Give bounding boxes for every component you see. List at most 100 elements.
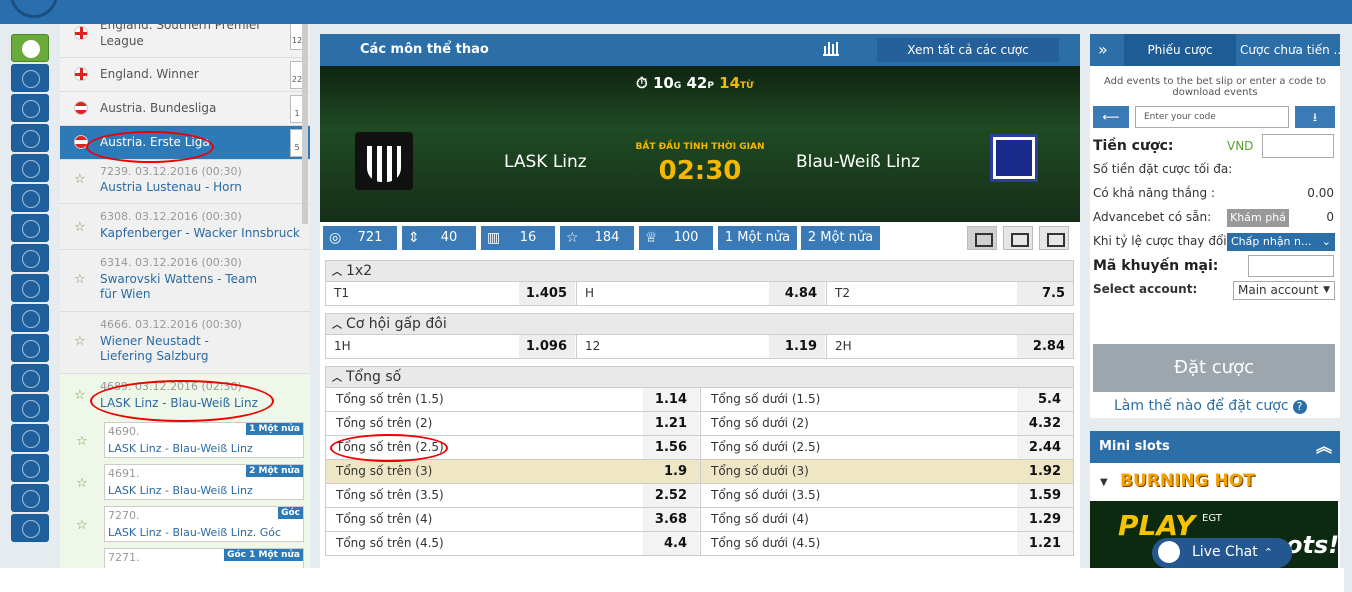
account-select[interactable]: Main account ▼ bbox=[1233, 281, 1335, 300]
view-collapse-button[interactable] bbox=[1039, 226, 1069, 250]
site-logo[interactable] bbox=[10, 0, 58, 18]
england-flag[interactable] bbox=[11, 334, 49, 362]
odd-cell[interactable]: 2H 2.84 bbox=[826, 335, 1073, 358]
greece-flag[interactable] bbox=[11, 304, 49, 332]
odd-cell[interactable]: Tổng số trên (2) 1.21 bbox=[326, 412, 699, 435]
star-icon[interactable]: ☆ bbox=[76, 476, 88, 491]
tab-bet-slip[interactable]: Phiếu cược bbox=[1124, 34, 1236, 66]
match-teams[interactable]: Wiener Neustadt - Liefering Salzburg bbox=[100, 334, 260, 364]
estonia-flag[interactable] bbox=[11, 394, 49, 422]
submarket-item[interactable]: 4691. LASK Linz - Blau-Weiß Linz 2 Một n… bbox=[104, 464, 304, 500]
odd-cell[interactable]: Tổng số dưới (3.5) 1.59 bbox=[700, 484, 1073, 507]
match-teams[interactable]: Austria Lustenau - Horn bbox=[100, 180, 242, 195]
submarket-item[interactable]: 7271. Góc 1 Một nửa bbox=[104, 548, 304, 568]
tab-second-half[interactable]: 2 Một nửa bbox=[801, 226, 880, 250]
explore-button[interactable]: Khám phá bbox=[1227, 209, 1289, 227]
market-header[interactable]: ︿ Tổng số bbox=[325, 366, 1074, 388]
view-single-column-button[interactable] bbox=[967, 226, 997, 250]
star-icon[interactable]: ☆ bbox=[74, 334, 86, 349]
star-icon[interactable]: ☆ bbox=[74, 272, 86, 287]
star-icon[interactable]: ☆ bbox=[74, 220, 86, 235]
odd-cell[interactable]: Tổng số dưới (4) 1.29 bbox=[700, 508, 1073, 531]
match-item[interactable]: ☆ 4666. 03.12.2016 (00:30) Wiener Neusta… bbox=[60, 312, 310, 374]
how-to-bet-link[interactable]: Làm thế nào để đặt cược? bbox=[1114, 398, 1307, 414]
match-teams[interactable]: Kapfenberger - Wacker Innsbruck bbox=[100, 226, 300, 241]
league-item[interactable]: England. Southern Premier League 12 bbox=[60, 24, 310, 58]
possible-win-value: 0.00 bbox=[1307, 186, 1334, 200]
star-icon[interactable]: ☆ bbox=[76, 518, 88, 533]
globe-icon[interactable] bbox=[11, 34, 49, 62]
stats-icon[interactable] bbox=[823, 42, 839, 56]
market-header[interactable]: ︿ 1x2 bbox=[325, 260, 1074, 282]
match-item[interactable]: ☆ 6314. 03.12.2016 (00:30) Swarovski Wat… bbox=[60, 250, 310, 312]
league-item[interactable]: Austria. Bundesliga 1 bbox=[60, 92, 310, 126]
belarus-flag[interactable] bbox=[11, 124, 49, 152]
start-label: BẮT ĐẦU TÍNH THỜI GIAN bbox=[635, 142, 765, 152]
submarket-id: 7271. bbox=[108, 551, 140, 564]
odds-change-select[interactable]: Chấp nhận n... ⌄ bbox=[1227, 233, 1335, 251]
odd-cell[interactable]: Tổng số trên (3.5) 2.52 bbox=[326, 484, 699, 507]
place-bet-button[interactable]: Đặt cược bbox=[1093, 344, 1335, 392]
sidebar-scrollbar[interactable] bbox=[302, 24, 308, 224]
odd-cell[interactable]: Tổng số trên (3) 1.9 bbox=[326, 460, 699, 483]
star-icon[interactable]: ☆ bbox=[74, 172, 86, 187]
market-header[interactable]: ︿ Cơ hội gấp đôi bbox=[325, 313, 1074, 335]
code-input[interactable]: Enter your code bbox=[1135, 106, 1289, 128]
czech-flag[interactable] bbox=[11, 184, 49, 212]
odd-cell[interactable]: Tổng số trên (1.5) 1.14 bbox=[326, 388, 699, 411]
odd-cell[interactable]: Tổng số trên (4) 3.68 bbox=[326, 508, 699, 531]
tab-bars[interactable]: ▥ 16 bbox=[481, 226, 555, 250]
tab-first-half[interactable]: 1 Một nửa bbox=[718, 226, 797, 250]
star-icon[interactable]: ☆ bbox=[74, 388, 86, 403]
tab-all-markets[interactable]: ◎ 721 bbox=[323, 226, 397, 250]
promo-input[interactable] bbox=[1248, 255, 1334, 277]
page-scrollbar[interactable] bbox=[1344, 48, 1352, 592]
tab-updown[interactable]: ⇕ 40 bbox=[402, 226, 476, 250]
stake-input[interactable] bbox=[1262, 134, 1334, 158]
double-chevron-right-icon[interactable]: » bbox=[1098, 40, 1108, 59]
match-item[interactable]: ☆ 7239. 03.12.2016 (00:30) Austria Luste… bbox=[60, 160, 310, 204]
germany-flag[interactable] bbox=[11, 274, 49, 302]
odd-cell[interactable]: T1 1.405 bbox=[326, 282, 575, 305]
submarket-item[interactable]: 4690. LASK Linz - Blau-Weiß Linz 1 Một n… bbox=[104, 422, 304, 458]
submarket-badge: Góc bbox=[278, 507, 303, 519]
submarket-item[interactable]: 7270. LASK Linz - Blau-Weiß Linz. Góc Gó… bbox=[104, 506, 304, 542]
uae-flag[interactable] bbox=[11, 64, 49, 92]
france-flag[interactable] bbox=[11, 484, 49, 512]
odd-cell[interactable]: Tổng số trên (4.5) 4.4 bbox=[326, 532, 699, 555]
tab-pending-bets[interactable]: Cược chưa tiến ... bbox=[1240, 34, 1340, 66]
odd-cell[interactable]: 12 1.19 bbox=[576, 335, 825, 358]
match-item[interactable]: ☆ 6308. 03.12.2016 (00:30) Kapfenberger … bbox=[60, 204, 310, 250]
odd-cell[interactable]: T2 7.5 bbox=[826, 282, 1073, 305]
odd-cell[interactable]: Tổng số dưới (1.5) 5.4 bbox=[700, 388, 1073, 411]
match-teams[interactable]: Swarovski Wattens - Team für Wien bbox=[100, 272, 270, 302]
match-id: 6308. 03.12.2016 (00:30) bbox=[100, 210, 242, 223]
tab-favorites[interactable]: ☆ 184 bbox=[560, 226, 634, 250]
finland-flag[interactable] bbox=[11, 454, 49, 482]
odd-cell[interactable]: Tổng số dưới (3) 1.92 bbox=[700, 460, 1073, 483]
odd-cell[interactable]: Tổng số dưới (2.5) 2.44 bbox=[700, 436, 1073, 459]
denmark-flag[interactable] bbox=[11, 214, 49, 242]
view-two-column-button[interactable] bbox=[1003, 226, 1033, 250]
azerbaijan-flag[interactable] bbox=[11, 94, 49, 122]
view-all-bets-button[interactable]: Xem tất cả các cược bbox=[877, 38, 1059, 62]
back-arrow-button[interactable]: ⟵ bbox=[1093, 106, 1129, 128]
usa-flag[interactable] bbox=[11, 244, 49, 272]
odd-cell[interactable]: 1H 1.096 bbox=[326, 335, 575, 358]
bulgaria-flag[interactable] bbox=[11, 154, 49, 182]
download-button[interactable]: ⭳ bbox=[1295, 106, 1335, 128]
england-flag-icon bbox=[74, 26, 88, 40]
star-icon[interactable]: ☆ bbox=[76, 434, 88, 449]
tab-trophy[interactable]: ♕ 100 bbox=[639, 226, 713, 250]
odd-cell[interactable]: Tổng số dưới (2) 4.32 bbox=[700, 412, 1073, 435]
spain-flag[interactable] bbox=[11, 364, 49, 392]
odd-cell[interactable]: H 4.84 bbox=[576, 282, 825, 305]
league-item[interactable]: England. Winner 22 bbox=[60, 58, 310, 92]
live-chat-button[interactable]: Live Chat ⌃ bbox=[1152, 538, 1292, 568]
mini-slots-header[interactable]: Mini slots ︽ bbox=[1090, 431, 1340, 463]
israel-flag[interactable] bbox=[11, 514, 49, 542]
odd-cell[interactable]: Tổng số dưới (4.5) 1.21 bbox=[700, 532, 1073, 555]
iran-flag[interactable] bbox=[11, 424, 49, 452]
right-panel: » Phiếu cược Cược chưa tiến ... Add even… bbox=[1090, 34, 1340, 568]
slot-game-item[interactable]: ▼ BURNING HOT bbox=[1090, 463, 1340, 501]
